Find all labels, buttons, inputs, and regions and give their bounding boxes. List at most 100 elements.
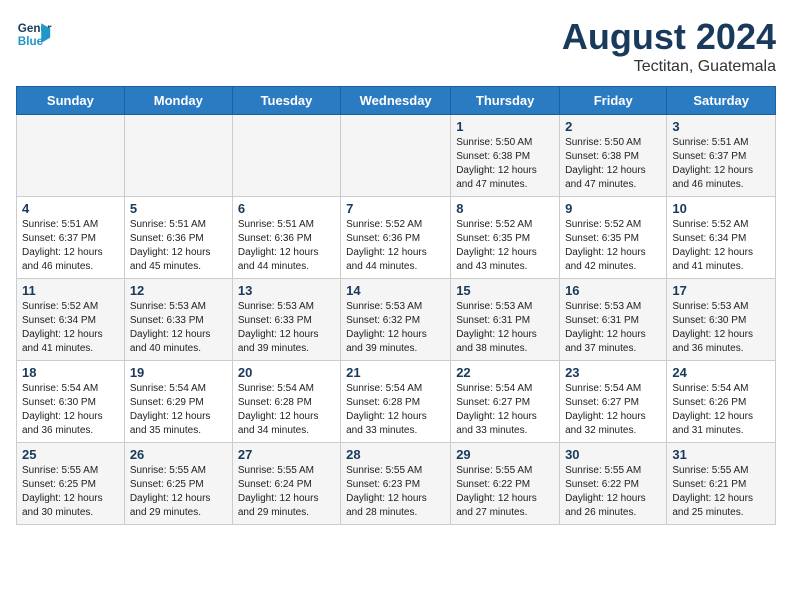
week-row-2: 4Sunrise: 5:51 AM Sunset: 6:37 PM Daylig…: [17, 197, 776, 279]
calendar-cell: 6Sunrise: 5:51 AM Sunset: 6:36 PM Daylig…: [232, 197, 340, 279]
day-number: 1: [456, 119, 554, 134]
day-number: 16: [565, 283, 661, 298]
day-number: 30: [565, 447, 661, 462]
calendar-cell: 24 Sunrise: 5:54 AM Sunset: 6:26 PM Dayli…: [667, 361, 776, 443]
header-cell-wednesday: Wednesday: [341, 87, 451, 115]
logo: General Blue: [16, 16, 52, 52]
title-area: August 2024 Tectitan, Guatemala: [562, 16, 776, 76]
week-row-1: 1 Sunrise: 5:50 AM Sunset: 6:38 PM Daylig…: [17, 115, 776, 197]
day-number: 3: [672, 119, 770, 134]
calendar-header: SundayMondayTuesdayWednesdayThursdayFrid…: [17, 87, 776, 115]
calendar-cell: 27 Sunrise: 5:55 AM Sunset: 6:24 PM Dayli…: [232, 443, 340, 525]
calendar-cell: 22 Sunrise: 5:54 AM Sunset: 6:27 PM Dayli…: [451, 361, 560, 443]
calendar-cell: 23 Sunrise: 5:54 AM Sunset: 6:27 PM Dayli…: [560, 361, 667, 443]
day-info: Sunrise: 5:55 AM Sunset: 6:22 PM Dayligh…: [565, 464, 661, 520]
calendar-cell: 10 Sunrise: 5:52 AM Sunset: 6:34 PM Dayli…: [667, 197, 776, 279]
calendar-cell: 31 Sunrise: 5:55 AM Sunset: 6:21 PM Dayli…: [667, 443, 776, 525]
day-number: 15: [456, 283, 554, 298]
calendar-cell: 26Sunrise: 5:55 AM Sunset: 6:25 PM Dayli…: [124, 443, 232, 525]
day-number: 10: [672, 201, 770, 216]
header-cell-saturday: Saturday: [667, 87, 776, 115]
day-info: Sunrise: 5:54 AM Sunset: 6:29 PM Dayligh…: [130, 382, 227, 438]
day-info: Sunrise: 5:53 AM Sunset: 6:31 PM Dayligh…: [456, 300, 554, 356]
calendar-cell: 9Sunrise: 5:52 AM Sunset: 6:35 PM Daylig…: [560, 197, 667, 279]
day-number: 20: [238, 365, 335, 380]
day-info: Sunrise: 5:55 AM Sunset: 6:23 PM Dayligh…: [346, 464, 445, 520]
day-number: 25: [22, 447, 119, 462]
day-info: Sunrise: 5:54 AM Sunset: 6:28 PM Dayligh…: [346, 382, 445, 438]
day-info: Sunrise: 5:51 AM Sunset: 6:37 PM Dayligh…: [22, 218, 119, 274]
day-number: 5: [130, 201, 227, 216]
day-info: Sunrise: 5:52 AM Sunset: 6:35 PM Dayligh…: [456, 218, 554, 274]
calendar-cell: 14Sunrise: 5:53 AM Sunset: 6:32 PM Dayli…: [341, 279, 451, 361]
header: General Blue August 2024 Tectitan, Guate…: [16, 16, 776, 76]
calendar-cell: [124, 115, 232, 197]
day-info: Sunrise: 5:54 AM Sunset: 6:27 PM Dayligh…: [565, 382, 661, 438]
week-row-5: 25 Sunrise: 5:55 AM Sunset: 6:25 PM Dayli…: [17, 443, 776, 525]
calendar-cell: 29 Sunrise: 5:55 AM Sunset: 6:22 PM Dayli…: [451, 443, 560, 525]
calendar-cell: 4Sunrise: 5:51 AM Sunset: 6:37 PM Daylig…: [17, 197, 125, 279]
calendar-cell: 8 Sunrise: 5:52 AM Sunset: 6:35 PM Daylig…: [451, 197, 560, 279]
week-row-4: 18Sunrise: 5:54 AM Sunset: 6:30 PM Dayli…: [17, 361, 776, 443]
week-row-3: 11Sunrise: 5:52 AM Sunset: 6:34 PM Dayli…: [17, 279, 776, 361]
day-number: 22: [456, 365, 554, 380]
calendar-cell: 17 Sunrise: 5:53 AM Sunset: 6:30 PM Dayli…: [667, 279, 776, 361]
day-info: Sunrise: 5:53 AM Sunset: 6:30 PM Dayligh…: [672, 300, 770, 356]
day-number: 27: [238, 447, 335, 462]
calendar-cell: 5Sunrise: 5:51 AM Sunset: 6:36 PM Daylig…: [124, 197, 232, 279]
day-info: Sunrise: 5:50 AM Sunset: 6:38 PM Dayligh…: [456, 136, 554, 192]
calendar-cell: 21 Sunrise: 5:54 AM Sunset: 6:28 PM Dayli…: [341, 361, 451, 443]
day-info: Sunrise: 5:52 AM Sunset: 6:34 PM Dayligh…: [22, 300, 119, 356]
day-info: Sunrise: 5:55 AM Sunset: 6:24 PM Dayligh…: [238, 464, 335, 520]
day-number: 24: [672, 365, 770, 380]
day-number: 17: [672, 283, 770, 298]
day-number: 21: [346, 365, 445, 380]
svg-text:Blue: Blue: [18, 35, 44, 48]
day-number: 12: [130, 283, 227, 298]
calendar-cell: 7 Sunrise: 5:52 AM Sunset: 6:36 PM Daylig…: [341, 197, 451, 279]
calendar-cell: 13 Sunrise: 5:53 AM Sunset: 6:33 PM Dayli…: [232, 279, 340, 361]
calendar-cell: 19Sunrise: 5:54 AM Sunset: 6:29 PM Dayli…: [124, 361, 232, 443]
day-info: Sunrise: 5:54 AM Sunset: 6:27 PM Dayligh…: [456, 382, 554, 438]
header-cell-monday: Monday: [124, 87, 232, 115]
logo-icon: General Blue: [16, 16, 52, 52]
calendar-cell: 3 Sunrise: 5:51 AM Sunset: 6:37 PM Daylig…: [667, 115, 776, 197]
day-number: 26: [130, 447, 227, 462]
calendar-table: SundayMondayTuesdayWednesdayThursdayFrid…: [16, 86, 776, 525]
main-title: August 2024: [562, 16, 776, 58]
day-info: Sunrise: 5:54 AM Sunset: 6:30 PM Dayligh…: [22, 382, 119, 438]
day-info: Sunrise: 5:52 AM Sunset: 6:36 PM Dayligh…: [346, 218, 445, 274]
calendar-cell: [17, 115, 125, 197]
calendar-cell: 1 Sunrise: 5:50 AM Sunset: 6:38 PM Daylig…: [451, 115, 560, 197]
day-number: 14: [346, 283, 445, 298]
day-info: Sunrise: 5:54 AM Sunset: 6:26 PM Dayligh…: [672, 382, 770, 438]
day-info: Sunrise: 5:53 AM Sunset: 6:33 PM Dayligh…: [130, 300, 227, 356]
day-info: Sunrise: 5:51 AM Sunset: 6:37 PM Dayligh…: [672, 136, 770, 192]
day-info: Sunrise: 5:55 AM Sunset: 6:25 PM Dayligh…: [22, 464, 119, 520]
calendar-cell: 28 Sunrise: 5:55 AM Sunset: 6:23 PM Dayli…: [341, 443, 451, 525]
day-number: 8: [456, 201, 554, 216]
header-cell-sunday: Sunday: [17, 87, 125, 115]
day-info: Sunrise: 5:55 AM Sunset: 6:22 PM Dayligh…: [456, 464, 554, 520]
subtitle: Tectitan, Guatemala: [562, 58, 776, 76]
day-number: 2: [565, 119, 661, 134]
day-number: 6: [238, 201, 335, 216]
calendar-cell: 25 Sunrise: 5:55 AM Sunset: 6:25 PM Dayli…: [17, 443, 125, 525]
day-number: 23: [565, 365, 661, 380]
calendar-cell: 2 Sunrise: 5:50 AM Sunset: 6:38 PM Daylig…: [560, 115, 667, 197]
day-info: Sunrise: 5:52 AM Sunset: 6:34 PM Dayligh…: [672, 218, 770, 274]
calendar-cell: [232, 115, 340, 197]
day-number: 29: [456, 447, 554, 462]
day-info: Sunrise: 5:50 AM Sunset: 6:38 PM Dayligh…: [565, 136, 661, 192]
day-number: 28: [346, 447, 445, 462]
day-number: 13: [238, 283, 335, 298]
day-info: Sunrise: 5:53 AM Sunset: 6:33 PM Dayligh…: [238, 300, 335, 356]
calendar-cell: 20Sunrise: 5:54 AM Sunset: 6:28 PM Dayli…: [232, 361, 340, 443]
header-row: SundayMondayTuesdayWednesdayThursdayFrid…: [17, 87, 776, 115]
day-number: 31: [672, 447, 770, 462]
day-info: Sunrise: 5:52 AM Sunset: 6:35 PM Dayligh…: [565, 218, 661, 274]
day-info: Sunrise: 5:55 AM Sunset: 6:21 PM Dayligh…: [672, 464, 770, 520]
day-number: 7: [346, 201, 445, 216]
calendar-cell: 15 Sunrise: 5:53 AM Sunset: 6:31 PM Dayli…: [451, 279, 560, 361]
calendar-cell: [341, 115, 451, 197]
